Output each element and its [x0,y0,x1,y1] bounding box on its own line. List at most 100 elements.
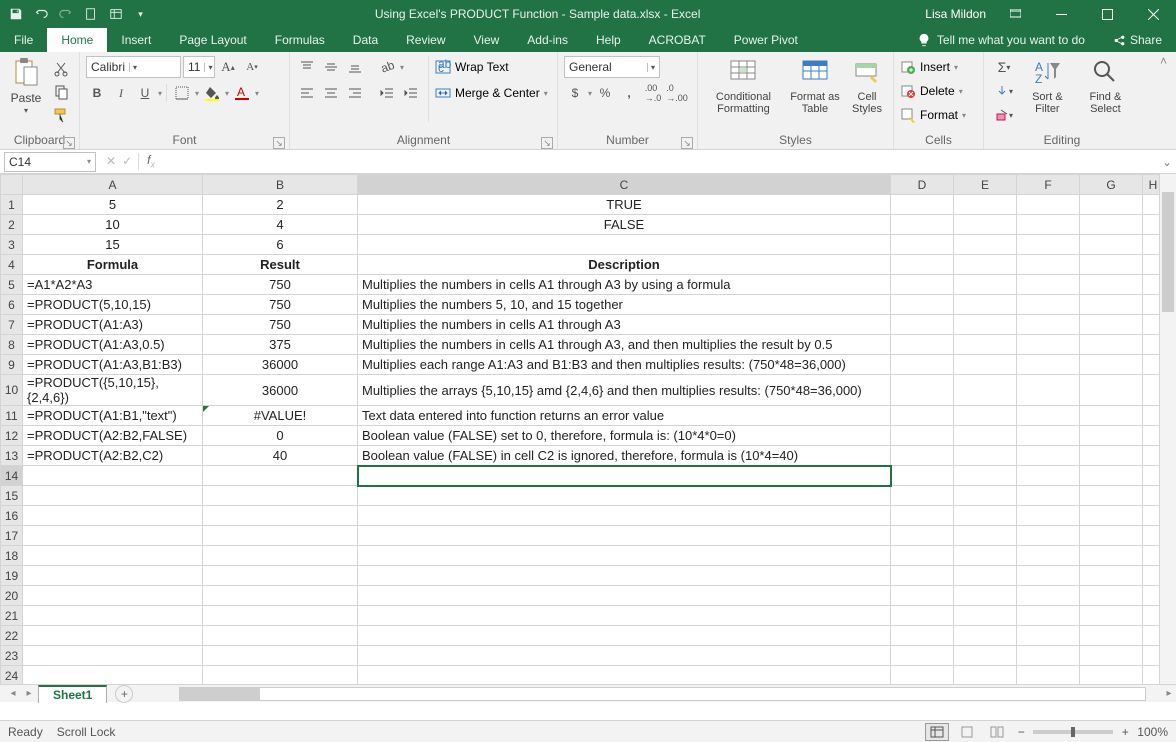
cell[interactable]: 2 [203,195,358,215]
launcher-icon[interactable]: ↘ [63,137,75,149]
cell[interactable] [1080,295,1143,315]
cell[interactable] [358,586,891,606]
cell[interactable] [203,606,358,626]
cell[interactable] [358,646,891,666]
cell[interactable] [891,426,954,446]
cell[interactable] [954,626,1017,646]
cell[interactable] [1017,195,1080,215]
comma-icon[interactable]: , [618,82,640,104]
delete-button[interactable]: Delete▾ [900,80,963,102]
wrap-text-button[interactable]: abc Wrap Text [435,56,548,78]
cell[interactable] [954,406,1017,426]
col-header[interactable]: D [891,175,954,195]
cell[interactable] [891,255,954,275]
tab-page-layout[interactable]: Page Layout [165,28,260,52]
cell[interactable] [954,446,1017,466]
increase-font-icon[interactable]: A▴ [217,56,239,78]
row-header[interactable]: 17 [1,526,23,546]
currency-icon[interactable]: $ [564,82,586,104]
cell[interactable] [891,195,954,215]
cell[interactable] [1080,626,1143,646]
cell[interactable] [1080,526,1143,546]
increase-indent-icon[interactable] [400,82,422,104]
cell[interactable] [1017,295,1080,315]
cell[interactable]: Boolean value (FALSE) set to 0, therefor… [358,426,891,446]
cell[interactable] [358,666,891,685]
borders-icon[interactable] [171,82,193,104]
cell[interactable] [954,646,1017,666]
cell[interactable]: 36000 [203,375,358,406]
cell[interactable]: =PRODUCT(A1:A3,B1:B3) [23,355,203,375]
collapse-ribbon-icon[interactable]: ˄ [1160,54,1174,68]
cell[interactable] [1017,235,1080,255]
align-bottom-icon[interactable] [344,56,366,78]
cell[interactable] [358,546,891,566]
cell[interactable] [954,215,1017,235]
cell[interactable] [954,466,1017,486]
cell[interactable] [23,666,203,685]
cell[interactable] [954,195,1017,215]
cell[interactable] [891,215,954,235]
cell[interactable]: 36000 [203,355,358,375]
row-header[interactable]: 18 [1,546,23,566]
row-header[interactable]: 9 [1,355,23,375]
cell[interactable]: Multiplies the numbers 5, 10, and 15 tog… [358,295,891,315]
cell[interactable]: Formula [23,255,203,275]
cell[interactable] [1080,355,1143,375]
cell[interactable] [358,486,891,506]
row-header[interactable]: 12 [1,426,23,446]
cell[interactable]: =PRODUCT(A1:A3) [23,315,203,335]
cell[interactable] [203,626,358,646]
cell[interactable] [1017,506,1080,526]
expand-formula-bar-icon[interactable]: ⌄ [1158,155,1176,169]
cell[interactable]: 40 [203,446,358,466]
cell[interactable] [23,526,203,546]
cell[interactable] [1080,375,1143,406]
clear-icon[interactable]: ▾ [990,104,1018,126]
decrease-decimal-icon[interactable]: .0→.00 [666,82,688,104]
cell[interactable] [1080,446,1143,466]
copy-icon[interactable] [50,81,72,103]
col-header[interactable]: B [203,175,358,195]
tab-home[interactable]: Home [47,28,107,52]
cell[interactable] [23,586,203,606]
cell[interactable] [1017,275,1080,295]
cell[interactable] [1017,255,1080,275]
tab-addins[interactable]: Add-ins [513,28,582,52]
select-all-cell[interactable] [1,175,23,195]
cell[interactable]: =PRODUCT(A2:B2,FALSE) [23,426,203,446]
save-icon[interactable] [4,3,27,25]
cell[interactable] [1080,466,1143,486]
redo-icon[interactable] [54,3,77,25]
cell[interactable] [1017,666,1080,685]
tab-review[interactable]: Review [392,28,459,52]
row-header[interactable]: 22 [1,626,23,646]
add-sheet-icon[interactable]: + [115,685,133,703]
cell[interactable] [1080,335,1143,355]
row-header[interactable]: 7 [1,315,23,335]
cell[interactable] [1080,235,1143,255]
cell[interactable] [891,546,954,566]
italic-button[interactable]: I [110,82,132,104]
cell[interactable] [891,295,954,315]
cell[interactable] [891,666,954,685]
cell[interactable] [1017,546,1080,566]
align-top-icon[interactable] [296,56,318,78]
cell[interactable] [1017,626,1080,646]
row-header[interactable]: 16 [1,506,23,526]
format-as-table-button[interactable]: Format as Table [787,56,843,115]
view-page-layout-icon[interactable] [955,723,979,741]
increase-decimal-icon[interactable]: .00→.0 [642,82,664,104]
cell[interactable] [954,546,1017,566]
row-header[interactable]: 2 [1,215,23,235]
cell[interactable] [891,375,954,406]
cell[interactable] [891,506,954,526]
cell[interactable] [23,486,203,506]
cell[interactable] [891,586,954,606]
paste-button[interactable]: Paste ▾ [6,56,46,115]
cell[interactable] [1017,215,1080,235]
cell[interactable] [23,646,203,666]
zoom-slider[interactable] [1033,730,1113,734]
horizontal-scrollbar[interactable] [179,687,1146,701]
cell[interactable]: Boolean value (FALSE) in cell C2 is igno… [358,446,891,466]
